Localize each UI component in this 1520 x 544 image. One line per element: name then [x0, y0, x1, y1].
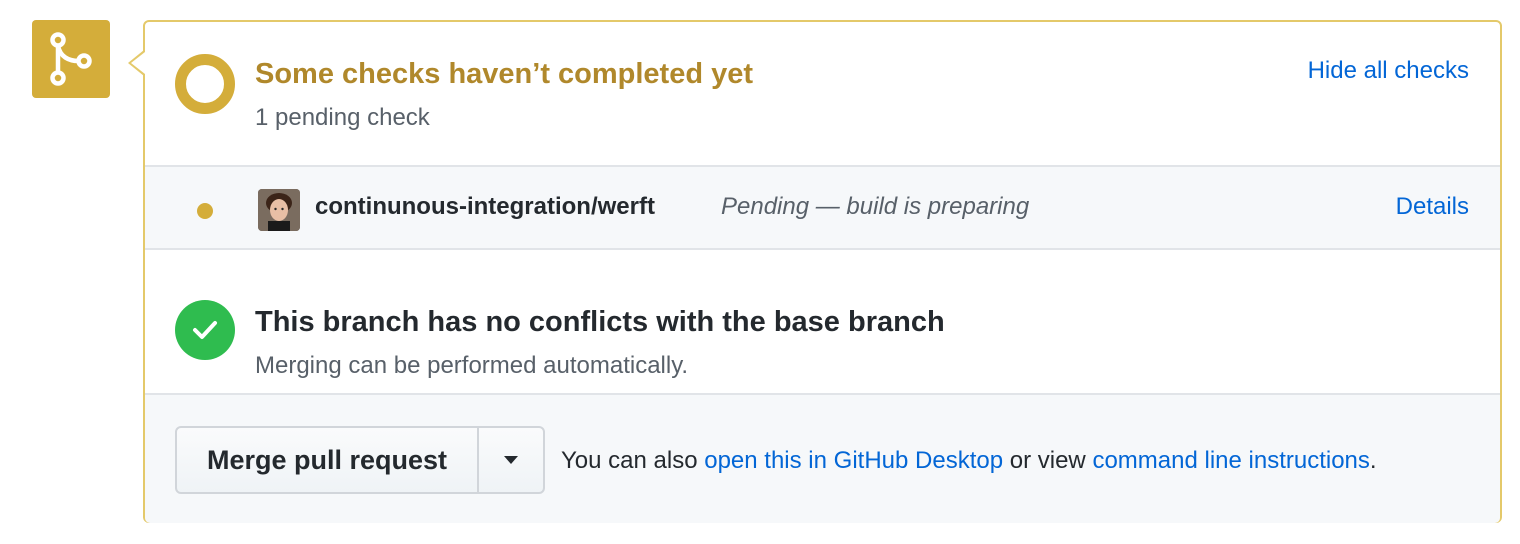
git-merge-icon	[32, 20, 110, 98]
pending-dot-icon	[197, 203, 213, 219]
merge-pull-request-button[interactable]: Merge pull request	[177, 428, 479, 492]
checks-status-subtitle: 1 pending check	[255, 104, 430, 131]
github-desktop-link[interactable]: open this in GitHub Desktop	[704, 447, 1003, 474]
merge-section: Merge pull request You can also open thi…	[145, 393, 1500, 523]
merge-text-prefix: You can also	[561, 447, 698, 474]
merge-alternatives-text: You can also open this in GitHub Desktop…	[561, 447, 1377, 475]
merge-status-panel: Some checks haven’t completed yet 1 pend…	[143, 20, 1502, 523]
check-row: continunous-integration/werft Pending — …	[145, 165, 1500, 250]
pending-ring-icon	[175, 54, 235, 114]
merge-text-suffix: .	[1369, 447, 1377, 474]
check-circle-icon	[175, 300, 235, 360]
conflicts-subtitle: Merging can be performed automatically.	[255, 352, 689, 379]
check-details-link[interactable]: Details	[1396, 193, 1469, 221]
checks-status-title: Some checks haven’t completed yet	[255, 58, 754, 90]
avatar	[258, 189, 300, 231]
command-line-instructions-link[interactable]: command line instructions	[1092, 447, 1369, 474]
hide-all-checks-link[interactable]: Hide all checks	[1308, 57, 1469, 85]
merge-text-middle: or view	[1009, 447, 1086, 474]
conflicts-title: This branch has no conflicts with the ba…	[255, 306, 945, 338]
panel-pointer-fill	[131, 52, 145, 74]
check-name: continunous-integration/werft	[315, 193, 655, 220]
caret-down-icon	[504, 456, 518, 464]
conflicts-section: This branch has no conflicts with the ba…	[145, 250, 1500, 395]
check-description: Pending — build is preparing	[721, 193, 1030, 220]
checks-status-section: Some checks haven’t completed yet 1 pend…	[145, 22, 1500, 165]
merge-options-dropdown[interactable]	[479, 428, 543, 492]
merge-button-group: Merge pull request	[175, 426, 545, 494]
